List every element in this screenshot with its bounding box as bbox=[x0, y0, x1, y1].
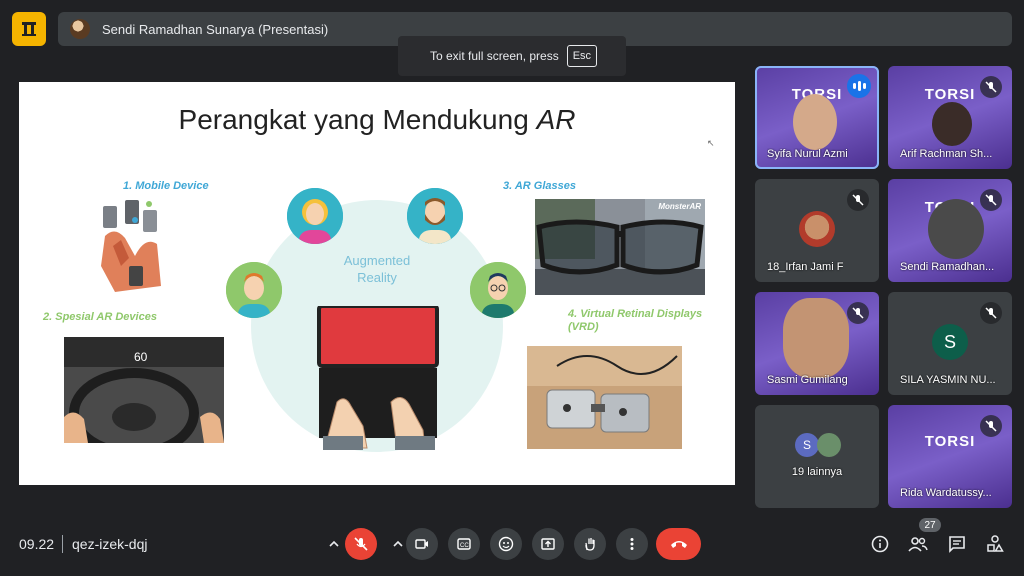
laptop-illustration bbox=[317, 306, 439, 450]
avatar bbox=[70, 19, 90, 39]
slide-item-3: 3. AR Glasses bbox=[503, 180, 576, 192]
chat-icon bbox=[949, 536, 965, 553]
more-options-button[interactable] bbox=[616, 528, 648, 560]
more-options-icon bbox=[630, 538, 634, 550]
cursor-icon: ↖ bbox=[707, 138, 715, 148]
captions-icon: CC bbox=[457, 538, 471, 550]
ar-glasses-photo: MonsterAR bbox=[535, 199, 705, 295]
participant-tile-3[interactable]: 18_Irfan Jami F bbox=[755, 179, 879, 282]
activities-icon bbox=[987, 535, 1004, 552]
present-icon bbox=[541, 538, 555, 550]
chevron-up-icon[interactable] bbox=[322, 528, 346, 560]
fullscreen-toast: To exit full screen, press Esc bbox=[398, 36, 626, 76]
people-icon bbox=[908, 537, 928, 552]
slide-title: Perangkat yang Mendukung AR bbox=[178, 104, 576, 135]
mic-toggle-button[interactable] bbox=[345, 528, 377, 560]
participant-name: 18_Irfan Jami F bbox=[767, 261, 844, 273]
mic-off-icon bbox=[980, 76, 1002, 98]
captions-button[interactable]: CC bbox=[448, 528, 480, 560]
avatar: S bbox=[795, 433, 819, 457]
slide-item-2: 2. Spesial AR Devices bbox=[43, 311, 157, 323]
avatar-bearded-man-illustration bbox=[407, 188, 463, 244]
vrd-device-photo bbox=[527, 346, 682, 449]
presentation-slide: Perangkat yang Mendukung AR ↖ 1. Mobile … bbox=[19, 82, 735, 485]
participant-video bbox=[932, 102, 972, 146]
mic-off-icon bbox=[847, 189, 869, 211]
participant-name: Arif Rachman Sh... bbox=[900, 148, 993, 160]
participant-name: SILA YASMIN NU... bbox=[900, 374, 996, 386]
participant-tile-8[interactable]: TORSI Rida Wardatussy... bbox=[888, 405, 1012, 508]
meeting-code: qez-izek-dqj bbox=[72, 536, 148, 552]
steering-wheel-photo: 60 bbox=[64, 337, 224, 443]
meeting-time: 09.22 bbox=[19, 536, 55, 552]
camera-icon bbox=[415, 539, 428, 549]
people-button[interactable] bbox=[906, 532, 930, 556]
participant-tile-1[interactable]: TORSI Syifa Nurul Azmi bbox=[755, 66, 879, 169]
home-logo-icon[interactable] bbox=[12, 12, 46, 46]
avatar-young-man-illustration bbox=[226, 262, 282, 318]
speaking-indicator-icon bbox=[847, 74, 871, 98]
avatar-woman-illustration bbox=[287, 188, 343, 244]
participant-tile-4[interactable]: TORSI Sendi Ramadhan... bbox=[888, 179, 1012, 282]
mic-off-icon bbox=[980, 189, 1002, 211]
participant-tile-6[interactable]: S SILA YASMIN NU... bbox=[888, 292, 1012, 395]
mic-off-icon bbox=[980, 302, 1002, 324]
people-count-badge: 27 bbox=[919, 518, 941, 532]
svg-text:CC: CC bbox=[460, 543, 469, 549]
participant-video bbox=[793, 94, 837, 150]
avatar bbox=[817, 433, 841, 457]
participant-name: Syifa Nurul Azmi bbox=[767, 148, 848, 160]
mic-off-icon bbox=[980, 415, 1002, 437]
participant-video bbox=[783, 298, 849, 378]
glasses-brand: MonsterAR bbox=[658, 202, 701, 211]
info-button[interactable] bbox=[868, 532, 892, 556]
end-call-icon bbox=[670, 541, 687, 548]
slide-item-1: 1. Mobile Device bbox=[123, 180, 209, 192]
activities-button[interactable] bbox=[983, 532, 1007, 556]
avatar-glasses-man-illustration bbox=[470, 262, 526, 318]
participant-name: Sendi Ramadhan... bbox=[900, 261, 995, 273]
emoji-icon bbox=[498, 536, 514, 552]
raise-hand-icon bbox=[585, 538, 595, 551]
esc-key: Esc bbox=[566, 45, 598, 67]
presenter-name: Sendi Ramadhan Sunarya (Presentasi) bbox=[102, 21, 329, 37]
camera-button[interactable] bbox=[406, 528, 438, 560]
divider bbox=[62, 535, 63, 553]
participant-tile-2[interactable]: TORSI Arif Rachman Sh... bbox=[888, 66, 1012, 169]
participant-name: Rida Wardatussy... bbox=[900, 487, 992, 499]
mobile-device-illustration bbox=[95, 196, 171, 296]
info-icon bbox=[871, 535, 889, 553]
participant-name: Sasmi Gumilang bbox=[767, 374, 848, 386]
participant-video bbox=[928, 199, 984, 259]
chat-button[interactable] bbox=[945, 532, 969, 556]
participant-tile-5[interactable]: Sasmi Gumilang bbox=[755, 292, 879, 395]
present-button[interactable] bbox=[532, 528, 564, 560]
mic-off-icon bbox=[847, 302, 869, 324]
participant-name: 19 lainnya bbox=[791, 466, 843, 478]
avatar: S bbox=[932, 324, 968, 360]
toast-text: To exit full screen, press bbox=[430, 49, 559, 63]
mic-off-icon bbox=[354, 537, 368, 551]
end-call-button[interactable] bbox=[656, 528, 701, 560]
raise-hand-button[interactable] bbox=[574, 528, 606, 560]
speed-reading: 60 bbox=[134, 350, 148, 364]
emoji-button[interactable] bbox=[490, 528, 522, 560]
avatar bbox=[799, 211, 835, 247]
slide-item-4: 4. Virtual Retinal Displays (VRD) bbox=[568, 308, 703, 333]
augmented-reality-label: Augmented Reality bbox=[343, 253, 411, 285]
participant-tile-others[interactable]: S 19 lainnya bbox=[755, 405, 879, 508]
